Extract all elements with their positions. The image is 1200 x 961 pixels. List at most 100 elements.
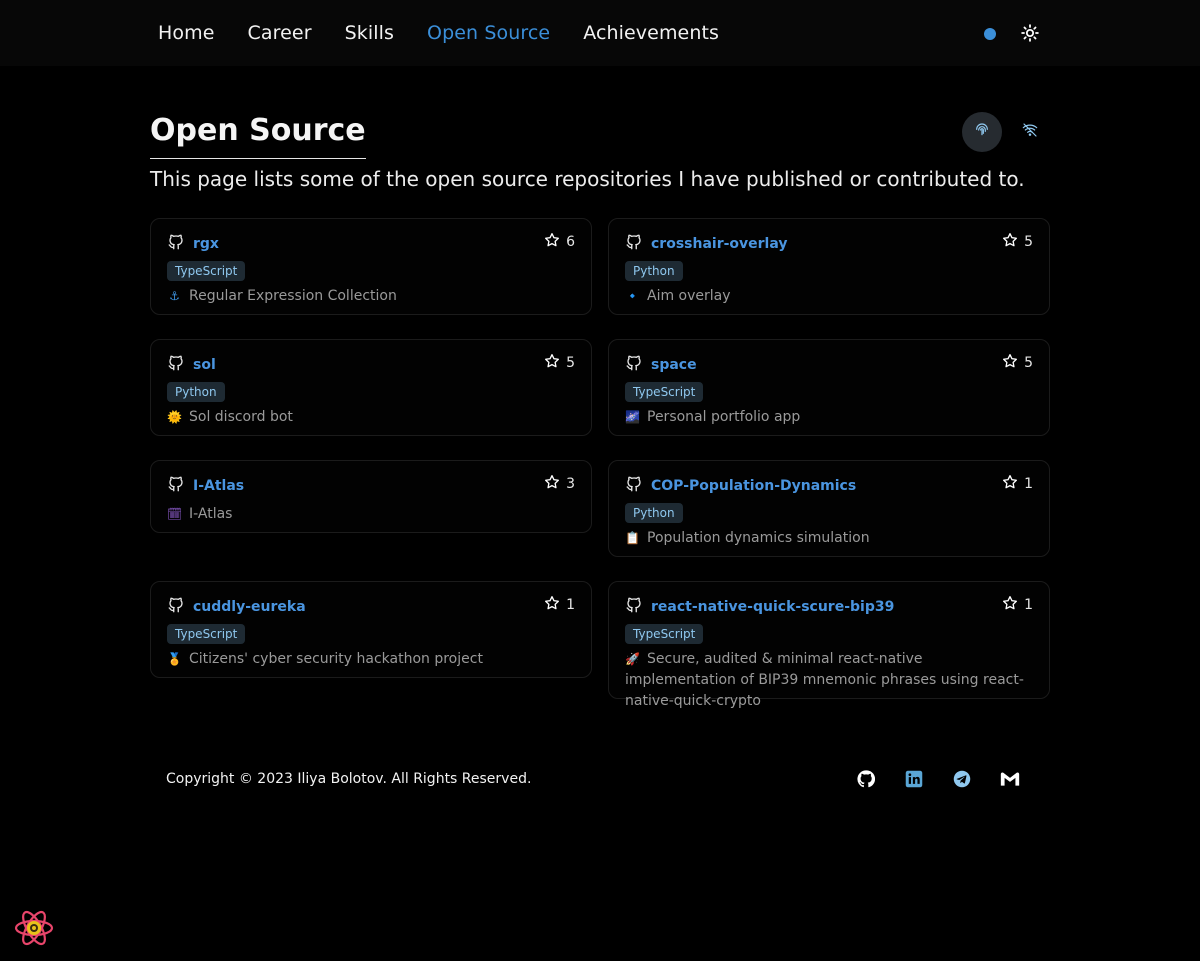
repo-card: I-Atlas 3 🗓 I-Atlas	[150, 460, 592, 533]
nav-item-open-source[interactable]: Open Source	[427, 22, 550, 44]
nav-item-career[interactable]: Career	[248, 22, 312, 44]
star-icon	[1002, 353, 1018, 373]
repo-name-link[interactable]: crosshair-overlay	[651, 236, 788, 252]
github-icon	[167, 596, 185, 618]
repo-description-text: Citizens' cyber security hackathon proje…	[189, 651, 483, 667]
repo-description-text: Aim overlay	[647, 288, 731, 304]
repo-card: cuddly-eureka 1 TypeScript 🏅 Citizens' cy…	[150, 581, 592, 678]
repo-star-count: 6	[544, 232, 575, 252]
repo-description: 🌌 Personal portfolio app	[625, 407, 1035, 428]
star-icon	[544, 232, 560, 252]
repo-card: COP-Population-Dynamics 1 Python 📋 Popula…	[608, 460, 1050, 557]
star-icon	[1002, 232, 1018, 252]
anchor-icon: ⚓	[169, 289, 180, 303]
language-tag: TypeScript	[167, 624, 246, 644]
page-description: This page lists some of the open source …	[150, 167, 1025, 191]
repo-name-link[interactable]: react-native-quick-scure-bip39	[651, 599, 894, 615]
telegram-icon[interactable]	[952, 769, 972, 789]
status-dot-icon	[984, 28, 996, 40]
star-count: 6	[566, 234, 575, 250]
repo-star-count: 5	[1002, 353, 1033, 373]
page-title: Open Source	[150, 112, 366, 159]
repo-description: 🏅 Citizens' cyber security hackathon proj…	[167, 649, 577, 670]
sun-icon[interactable]	[1019, 22, 1041, 44]
medal-icon: 🏅	[167, 652, 182, 666]
repo-description: 🔹 Aim overlay	[625, 286, 1035, 307]
fingerprint-button[interactable]	[962, 112, 1002, 152]
github-icon	[167, 233, 185, 255]
repo-star-count: 1	[544, 595, 575, 615]
repo-star-count: 5	[544, 353, 575, 373]
repo-name-link[interactable]: COP-Population-Dynamics	[651, 478, 856, 494]
copyright-text: Copyright © 2023 Iliya Bolotov. All Righ…	[166, 771, 532, 787]
language-tag: Python	[167, 382, 225, 402]
language-tag: Python	[625, 503, 683, 523]
repo-star-count: 5	[1002, 232, 1033, 252]
repo-star-count: 1	[1002, 595, 1033, 615]
nav-links: Home Career Skills Open Source Achieveme…	[158, 0, 752, 66]
star-count: 3	[566, 476, 575, 492]
repo-description-text: Secure, audited & minimal react-native i…	[625, 651, 1024, 709]
repo-description: 📋 Population dynamics simulation	[625, 528, 1035, 549]
star-icon	[1002, 474, 1018, 494]
star-count: 5	[1024, 355, 1033, 371]
top-navbar: Home Career Skills Open Source Achieveme…	[0, 0, 1200, 66]
star-icon	[544, 353, 560, 373]
star-count: 5	[1024, 234, 1033, 250]
repo-name-link[interactable]: I-Atlas	[193, 478, 244, 494]
sun-face-icon: 🌞	[167, 410, 182, 424]
rocket-icon: 🚀	[625, 652, 640, 666]
clipboard-icon: 📋	[625, 531, 640, 545]
repo-name-link[interactable]: rgx	[193, 236, 219, 252]
language-tag: TypeScript	[625, 382, 704, 402]
github-icon[interactable]	[856, 769, 876, 789]
repo-description: 🌞 Sol discord bot	[167, 407, 577, 428]
repo-card: react-native-quick-scure-bip39 1 TypeScr…	[608, 581, 1050, 709]
repo-description-text: Regular Expression Collection	[189, 288, 397, 304]
repo-name-link[interactable]: sol	[193, 357, 216, 373]
repo-card: crosshair-overlay 5 Python 🔹 Aim overlay	[608, 218, 1050, 315]
nav-item-skills[interactable]: Skills	[345, 22, 394, 44]
wifi-off-icon	[1022, 122, 1038, 142]
language-tag: Python	[625, 261, 683, 281]
nav-item-home[interactable]: Home	[158, 22, 215, 44]
wifi-off-button[interactable]	[1018, 120, 1042, 144]
repo-star-count: 1	[1002, 474, 1033, 494]
repo-card: sol 5 Python 🌞 Sol discord bot	[150, 339, 592, 436]
star-count: 5	[566, 355, 575, 371]
repo-description: 🚀 Secure, audited & minimal react-native …	[625, 649, 1035, 712]
github-icon	[167, 354, 185, 376]
github-icon	[625, 233, 643, 255]
repo-card: rgx 6 TypeScript ⚓ Regular Expression Col…	[150, 218, 592, 315]
star-count: 1	[1024, 476, 1033, 492]
star-icon	[544, 595, 560, 615]
gmail-icon[interactable]	[1000, 769, 1020, 789]
react-logo-icon[interactable]	[14, 908, 54, 948]
calendar-icon: 🗓	[167, 507, 183, 521]
milky-way-icon: 🌌	[625, 410, 640, 424]
diamond-icon: 🔹	[625, 289, 640, 303]
star-count: 1	[1024, 597, 1033, 613]
fingerprint-icon	[974, 122, 990, 142]
github-icon	[625, 596, 643, 618]
language-tag: TypeScript	[167, 261, 246, 281]
repo-description-text: Population dynamics simulation	[647, 530, 870, 546]
repo-description: 🗓 I-Atlas	[167, 504, 577, 525]
repo-card: space 5 TypeScript 🌌 Personal portfolio a…	[608, 339, 1050, 436]
github-icon	[167, 475, 185, 497]
repo-description-text: Sol discord bot	[189, 409, 293, 425]
repo-name-link[interactable]: cuddly-eureka	[193, 599, 306, 615]
star-icon	[544, 474, 560, 494]
github-icon	[625, 354, 643, 376]
repo-description-text: Personal portfolio app	[647, 409, 801, 425]
repo-description: ⚓ Regular Expression Collection	[167, 286, 577, 307]
github-icon	[625, 475, 643, 497]
repo-description-text: I-Atlas	[189, 506, 233, 522]
star-count: 1	[566, 597, 575, 613]
repo-star-count: 3	[544, 474, 575, 494]
repo-name-link[interactable]: space	[651, 357, 697, 373]
nav-item-achievements[interactable]: Achievements	[583, 22, 719, 44]
linkedin-icon[interactable]	[904, 769, 924, 789]
star-icon	[1002, 595, 1018, 615]
language-tag: TypeScript	[625, 624, 704, 644]
